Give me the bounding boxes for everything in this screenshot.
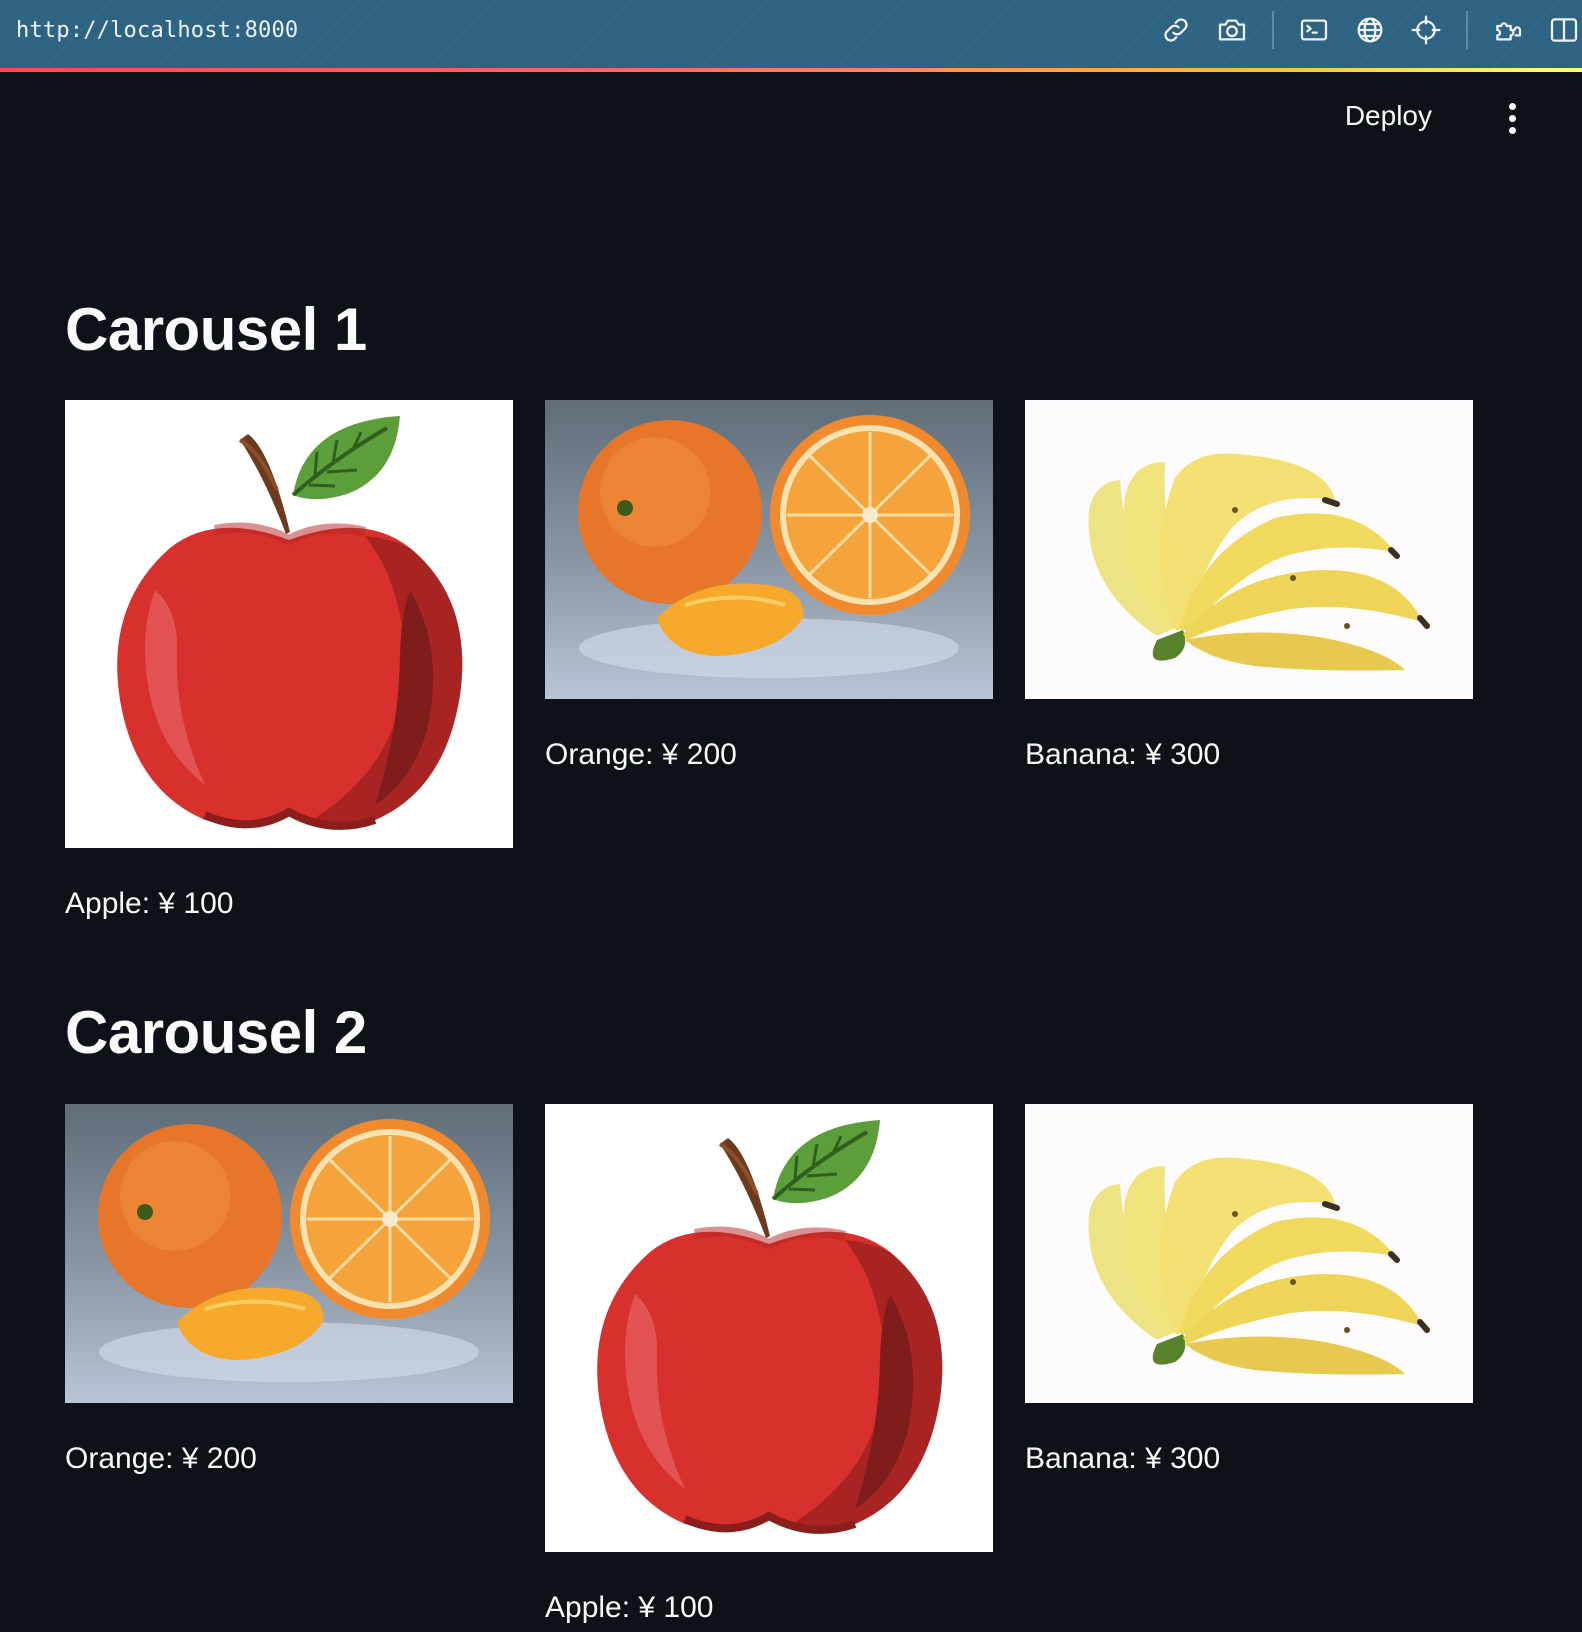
- section-title: Carousel 1: [65, 296, 367, 363]
- item-caption: Banana: ¥ 300: [1025, 738, 1221, 771]
- carousel-item: Apple: ¥ 100: [545, 1104, 993, 1626]
- orange-image: [65, 1104, 513, 1403]
- address-url[interactable]: http://localhost:8000: [16, 18, 298, 43]
- apple-image: [65, 400, 513, 848]
- deploy-button[interactable]: Deploy: [1333, 94, 1444, 138]
- extension-icon[interactable]: [1490, 12, 1526, 48]
- carousel-item: Orange: ¥ 200: [65, 1104, 513, 1477]
- terminal-icon[interactable]: [1296, 12, 1332, 48]
- app-header: Deploy: [0, 72, 1582, 162]
- crosshair-icon[interactable]: [1408, 12, 1444, 48]
- more-vertical-icon[interactable]: [1502, 98, 1522, 138]
- item-caption: Orange: ¥ 200: [545, 738, 737, 771]
- apple-image: [545, 1104, 993, 1552]
- toolbar-divider: [1272, 11, 1274, 49]
- item-caption: Apple: ¥ 100: [65, 887, 234, 920]
- orange-image: [545, 400, 993, 699]
- camera-icon[interactable]: [1214, 12, 1250, 48]
- link-icon[interactable]: [1158, 12, 1194, 48]
- banana-image: [1025, 400, 1473, 699]
- browser-toolbar: http://localhost:8000: [0, 0, 1582, 70]
- item-caption: Orange: ¥ 200: [65, 1442, 257, 1475]
- item-caption: Apple: ¥ 100: [545, 1591, 714, 1624]
- globe-icon[interactable]: [1352, 12, 1388, 48]
- item-caption: Banana: ¥ 300: [1025, 1442, 1221, 1475]
- carousel-item: Banana: ¥ 300: [1025, 400, 1473, 773]
- banana-image: [1025, 1104, 1473, 1403]
- carousel-item: Orange: ¥ 200: [545, 400, 993, 773]
- browser-tools: [1148, 0, 1582, 60]
- split-view-icon[interactable]: [1546, 12, 1582, 48]
- section-title: Carousel 2: [65, 999, 367, 1066]
- carousel-item: Banana: ¥ 300: [1025, 1104, 1473, 1477]
- toolbar-divider: [1466, 11, 1468, 49]
- carousel-item: Apple: ¥ 100: [65, 400, 513, 922]
